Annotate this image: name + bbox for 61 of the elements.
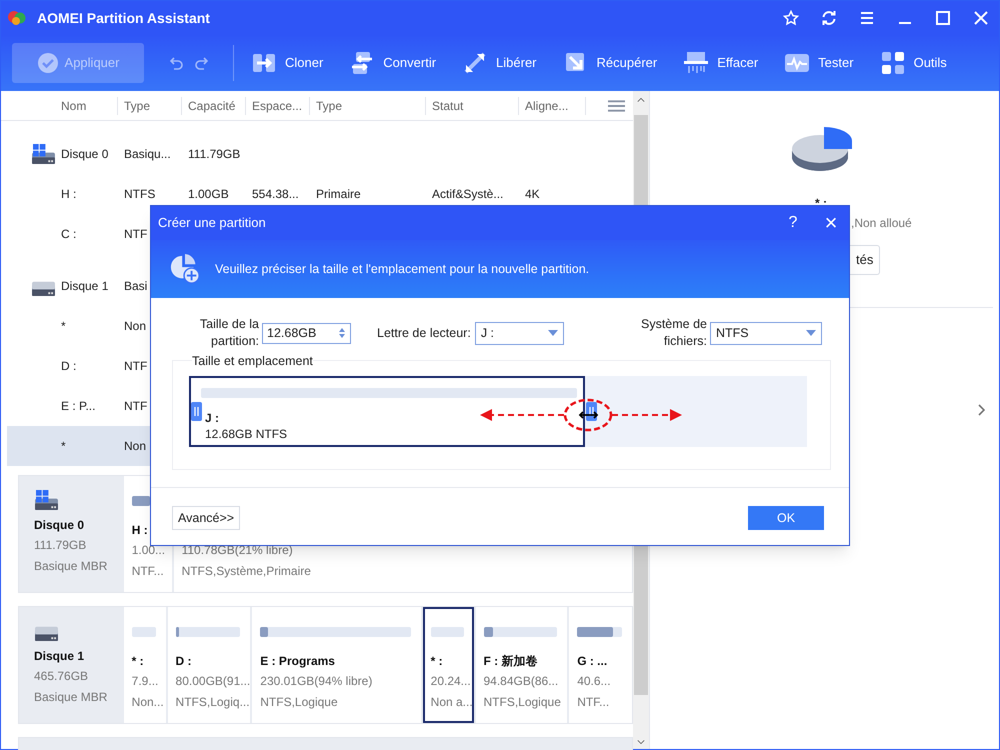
partition-name: J :: [205, 410, 220, 426]
partition-name: D :: [176, 653, 193, 670]
partition-size: 1.00...: [132, 542, 166, 559]
disk-type: Basique MBR: [34, 689, 108, 706]
table-cell-text: Non: [123, 438, 148, 455]
partition-info: 12.68GB NTFS: [205, 426, 288, 443]
table-cell-text: Non: [123, 318, 148, 335]
field-label: Système de fichiers:: [640, 316, 707, 350]
table-cell-text: E : P...: [61, 398, 96, 415]
disk-name: Disque 0: [34, 517, 86, 534]
partition-size: 7.9...: [132, 673, 160, 690]
partition-name: * :: [430, 653, 444, 670]
field-label: Taille de la partition:: [198, 316, 259, 350]
partition-info: NTF...: [132, 563, 165, 580]
partition-size: 20.24...: [430, 673, 472, 690]
partition-info: NTFS,Système,Primaire: [182, 563, 312, 580]
table-cell-text: H :: [61, 186, 76, 203]
partition-size: 94.84GB(86...: [484, 673, 560, 690]
partition-name: E : Programs: [260, 653, 336, 670]
group-title: Taille et emplacement: [192, 353, 313, 369]
partition-size: 40.6...: [577, 673, 612, 690]
table-cell-text: NTF: [123, 226, 148, 243]
partition-size: 110.78GB(21% libre): [182, 542, 294, 559]
partition-info: Non...: [132, 694, 164, 711]
window-title: AOMEI Partition Assistant: [37, 8, 210, 28]
disk-size: 465.76GB: [34, 668, 90, 685]
dialog-title: Créer une partition: [158, 214, 267, 232]
partition-name: * :: [132, 653, 145, 670]
partition-info: ,Non alloué: [851, 215, 912, 231]
partition-name: G : ...: [577, 653, 608, 670]
table-cell-text: NTF: [123, 398, 148, 415]
table-cell-text: 554.38...: [251, 186, 300, 203]
table-cell-text: Disque 0: [61, 146, 108, 163]
dialog-instruction: Veuillez préciser la taille et l'emplacement pour la nouvelle partition.: [215, 260, 590, 278]
table-cell-text: 111.79GB: [187, 146, 242, 163]
partition-name: F : 新加卷: [484, 653, 538, 670]
disk-type: Basique MBR: [34, 558, 108, 575]
partition-size: 80.00GB(91...: [176, 673, 248, 690]
table-cell-text: Primaire: [315, 186, 362, 203]
table-cell-text: Basiqu...: [123, 146, 172, 163]
table-cell-text: *: [61, 438, 66, 455]
field-label: Lettre de lecteur:: [377, 324, 471, 342]
partition-info: NTFS,Logique: [484, 694, 562, 711]
table-cell-text: Basi: [123, 278, 148, 295]
partition-name: H :: [132, 522, 149, 539]
disk-name: Disque 1: [34, 648, 86, 665]
partition-info: NTF...: [577, 694, 610, 711]
table-cell-text: D :: [61, 358, 76, 375]
table-cell-text: Disque 1: [61, 278, 108, 295]
partition-info: NTFS,Logique: [260, 694, 339, 711]
partition-info: NTFS,Logiq...: [176, 694, 248, 711]
partition-info: Non a...: [430, 694, 472, 711]
table-cell-text: 1.00GB: [187, 186, 230, 203]
table-cell-text: NTF: [123, 358, 148, 375]
table-cell-text: 4K: [524, 186, 541, 203]
table-cell-text: *: [61, 318, 66, 335]
partition-size: 230.01GB(94% libre): [260, 673, 374, 690]
table-cell-text: C :: [61, 226, 76, 243]
table-cell-text: NTFS: [123, 186, 156, 203]
table-cell-text: Actif&Systè...: [431, 186, 504, 203]
disk-size: 111.79GB: [34, 537, 88, 554]
